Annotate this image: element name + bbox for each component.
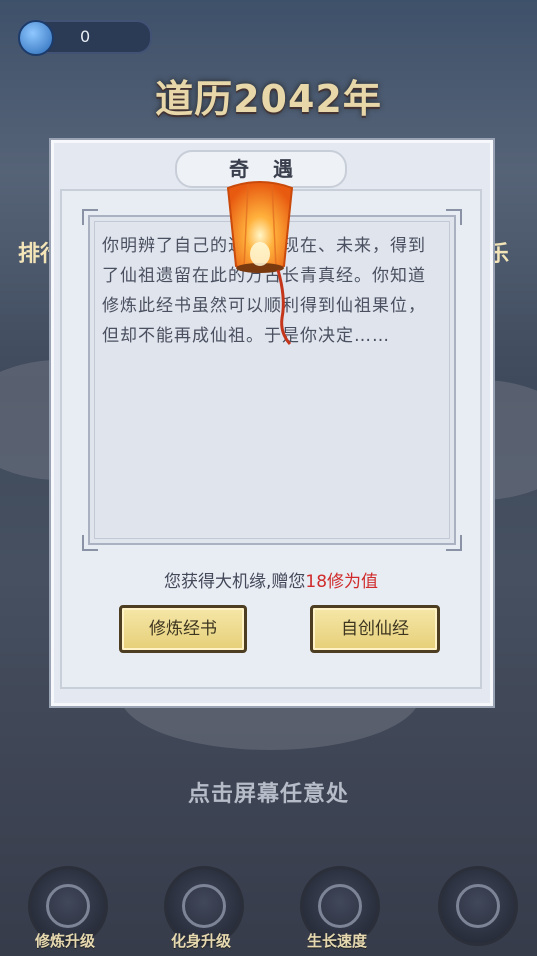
reward-line: 您获得大机缘,赠您18修为值: [62, 567, 480, 592]
coin-value: 0: [80, 27, 91, 46]
fourth-nav-button[interactable]: [438, 866, 518, 946]
sky-lantern-icon: [226, 181, 294, 346]
reward-prefix: 您获得大机缘,赠您: [163, 572, 306, 592]
create-scripture-button[interactable]: 自创仙经: [310, 605, 440, 653]
mountain-icon: [456, 884, 500, 928]
growth-speed-label: 生长速度: [306, 932, 367, 950]
tap-anywhere-hint: 点击屏幕任意处: [187, 782, 349, 807]
cultivate-scripture-button[interactable]: 修炼经书: [119, 605, 247, 653]
coin-bar: 0: [18, 20, 152, 56]
year-title: 道历2042年: [155, 77, 382, 121]
avatar-upgrade-label: 化身升级: [170, 932, 231, 950]
meditation-icon: [182, 884, 226, 928]
reward-amount: 18修为值: [305, 572, 379, 592]
cultivation-upgrade-label: 修炼升级: [34, 932, 95, 950]
swirl-icon: [318, 884, 362, 928]
spirit-coin-icon: [18, 20, 54, 56]
taiji-icon: [46, 884, 90, 928]
